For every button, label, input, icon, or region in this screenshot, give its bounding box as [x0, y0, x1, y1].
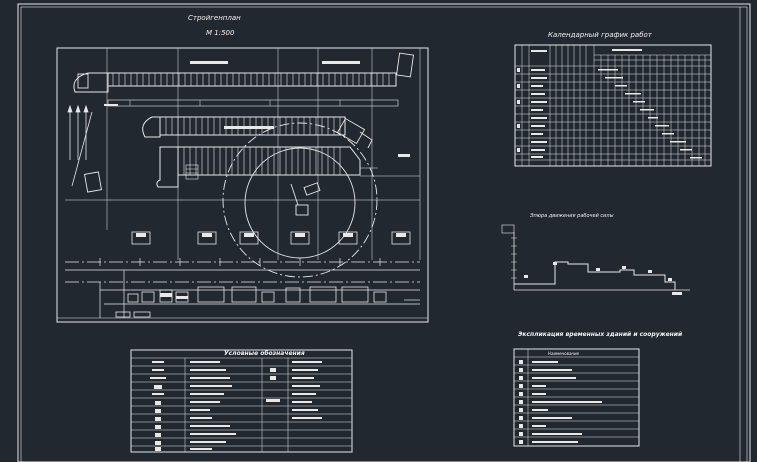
building-lower: [156, 146, 420, 188]
tower-crane-icon: [290, 182, 321, 216]
labor-curve: [514, 261, 676, 290]
building-upper: [73, 61, 399, 107]
explication-header: Наименование: [548, 351, 580, 356]
explication-table: [513, 348, 640, 447]
site-plan: [56, 47, 429, 323]
building-middle: [142, 116, 346, 138]
drawing-scale: М 1:500: [206, 29, 235, 37]
drawing-title: Стройгенплан: [188, 14, 241, 22]
legend-table: [130, 349, 353, 453]
labor-force-diagram: [501, 224, 690, 295]
crane-radius-inner: [244, 147, 356, 259]
excavator-icon: [336, 117, 373, 149]
legend-title: Условные обозначения: [224, 350, 305, 357]
inner-frame: [20, 6, 748, 462]
site-plan-frame: [56, 47, 429, 323]
truck-icon: [77, 52, 414, 193]
labor-chart-title: Эпюра движения рабочей силы: [530, 213, 614, 219]
calendar-title: Календарный график работ: [548, 31, 652, 39]
calendar-schedule-table: [514, 44, 712, 167]
explication-title: Экспликация временных зданий и сооружени…: [518, 331, 683, 338]
drawing-sheet: [17, 3, 751, 462]
